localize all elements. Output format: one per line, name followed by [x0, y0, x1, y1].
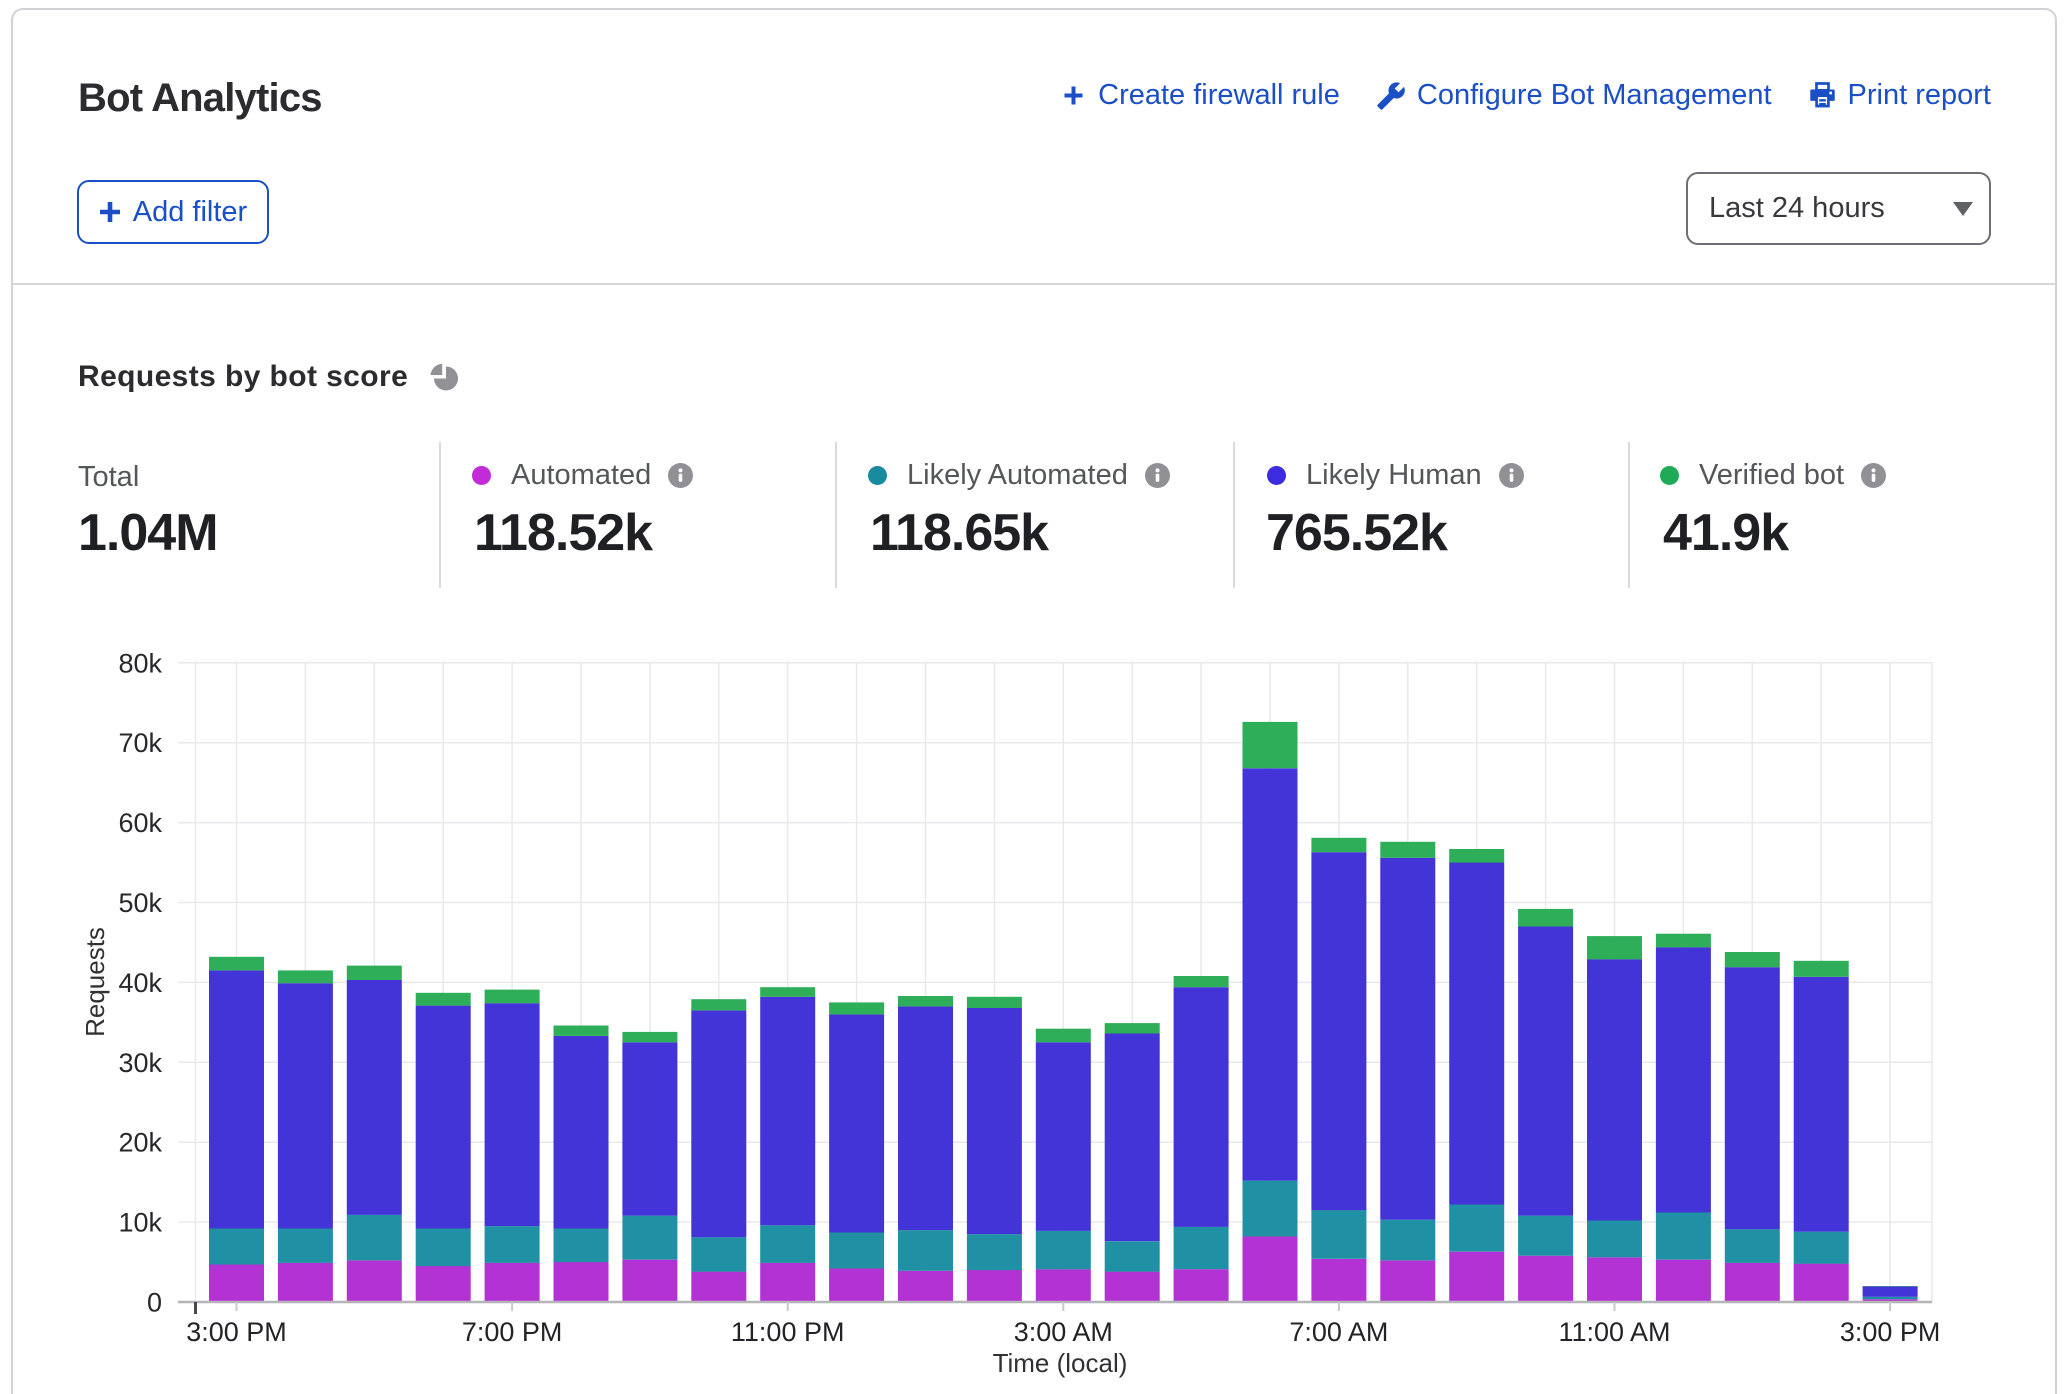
svg-text:7:00 PM: 7:00 PM: [462, 1317, 563, 1347]
svg-text:40k: 40k: [118, 968, 162, 998]
svg-text:20k: 20k: [118, 1128, 162, 1158]
svg-text:11:00 PM: 11:00 PM: [731, 1317, 845, 1347]
svg-text:3:00 AM: 3:00 AM: [1014, 1317, 1113, 1347]
svg-text:10k: 10k: [118, 1208, 162, 1238]
svg-text:60k: 60k: [118, 808, 162, 838]
svg-text:0: 0: [147, 1288, 162, 1318]
svg-text:80k: 80k: [118, 648, 162, 678]
svg-text:3:00 PM: 3:00 PM: [1840, 1317, 1941, 1347]
svg-text:11:00 AM: 11:00 AM: [1558, 1317, 1670, 1347]
svg-text:50k: 50k: [118, 888, 162, 918]
svg-text:3:00 PM: 3:00 PM: [186, 1317, 287, 1347]
svg-text:Requests: Requests: [80, 927, 110, 1037]
svg-text:30k: 30k: [118, 1048, 162, 1078]
svg-text:70k: 70k: [118, 728, 162, 758]
svg-text:Time (local): Time (local): [993, 1348, 1128, 1378]
svg-text:7:00 AM: 7:00 AM: [1289, 1317, 1388, 1347]
